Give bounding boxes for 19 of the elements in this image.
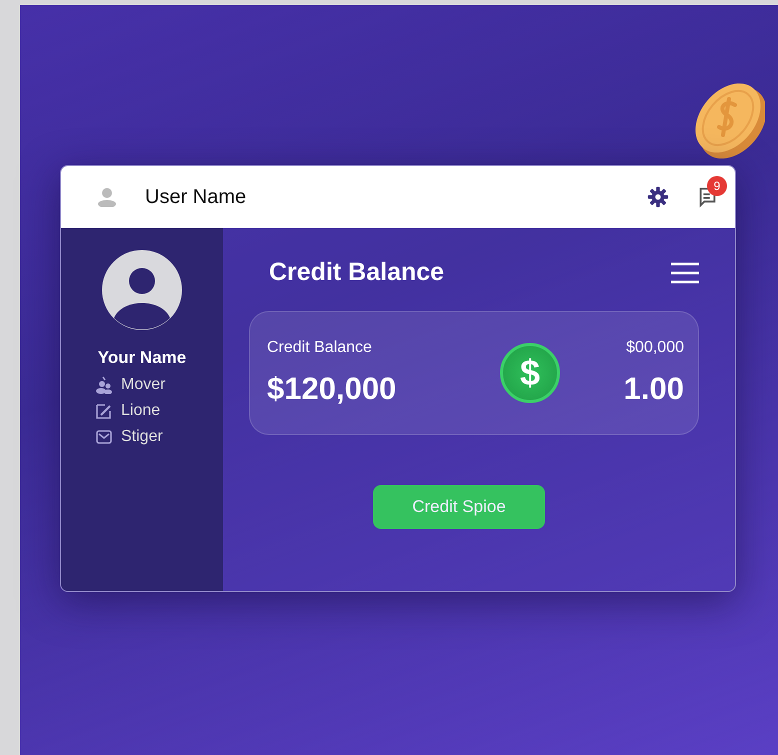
user-icon xyxy=(97,187,117,207)
profile-name: Your Name xyxy=(98,348,186,368)
menu-icon[interactable] xyxy=(671,262,699,284)
side-label: $00,000 xyxy=(626,339,684,357)
balance-amount: $120,000 xyxy=(267,371,396,407)
sidebar-item[interactable]: Mover xyxy=(95,376,166,394)
settings-icon[interactable] xyxy=(647,186,669,208)
user-name: User Name xyxy=(145,186,246,208)
sidebar-item[interactable]: Stiger xyxy=(95,428,166,446)
notification-badge: 9 xyxy=(707,176,727,196)
sidebar-item[interactable]: Lione xyxy=(95,402,166,420)
edit-icon xyxy=(95,402,113,420)
avatar-icon xyxy=(102,250,182,330)
dollar-coin-icon: $ xyxy=(500,343,560,403)
people-icon xyxy=(95,376,113,394)
page-title: Credit Balance xyxy=(269,258,444,287)
side-value: 1.00 xyxy=(624,371,684,407)
balance-label: Credit Balance xyxy=(267,339,373,357)
mail-icon xyxy=(95,428,113,446)
